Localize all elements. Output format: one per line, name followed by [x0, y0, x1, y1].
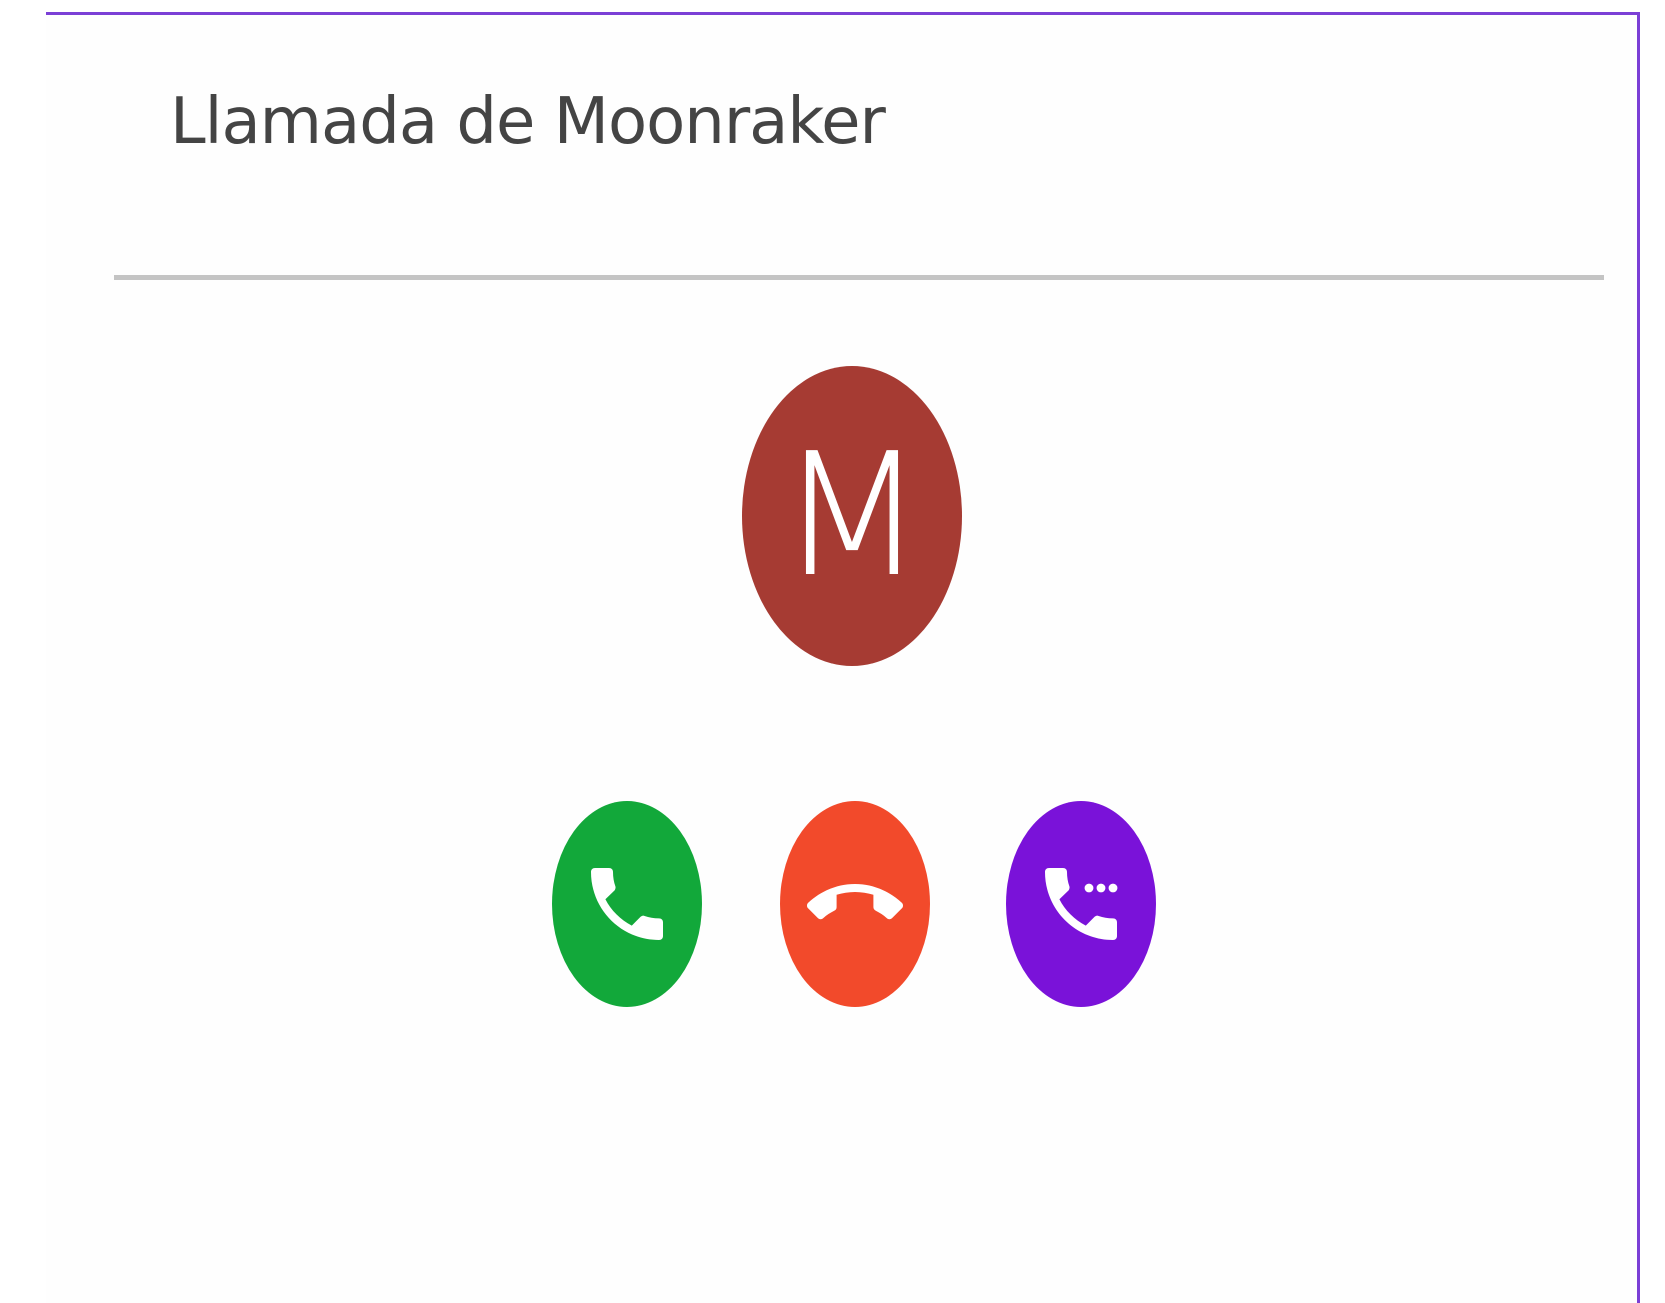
- reply-with-message-button[interactable]: [1006, 801, 1156, 1007]
- decline-call-button[interactable]: [780, 801, 930, 1007]
- incoming-call-dialog: Llamada de Moonraker M: [46, 12, 1640, 1303]
- accept-call-button[interactable]: [552, 801, 702, 1007]
- phone-message-icon: [1045, 868, 1118, 940]
- phone-icon: [591, 868, 663, 940]
- phone-hangup-icon: [807, 884, 903, 920]
- call-actions: [46, 15, 1637, 1303]
